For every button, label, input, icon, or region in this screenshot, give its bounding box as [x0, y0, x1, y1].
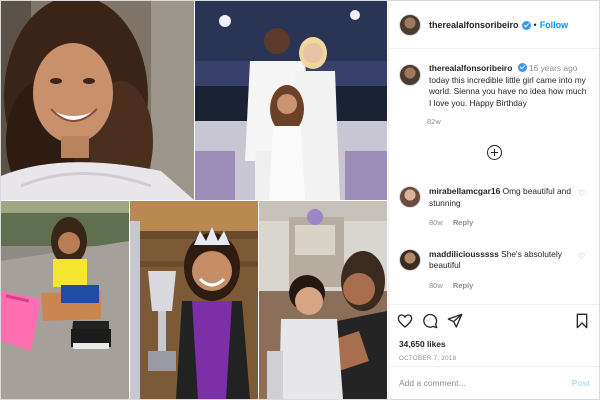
- commenter-avatar[interactable]: [399, 248, 421, 271]
- photo-girl-with-tiara-and-trophy: [130, 201, 258, 399]
- comment-age[interactable]: 80w: [429, 281, 443, 290]
- photo-girl-sitting-outdoors: [1, 201, 129, 399]
- comment-like-heart-icon[interactable]: ♡: [578, 252, 586, 261]
- post-header: therealalfonsoribeiro • Follow: [389, 1, 599, 49]
- verified-badge-icon: [517, 63, 527, 72]
- caption: therealalfonsoribeiro 16 years ago today…: [389, 50, 599, 109]
- comment-age[interactable]: 80w: [429, 218, 443, 227]
- post-comment-button[interactable]: Post: [572, 378, 590, 388]
- commenter-avatar[interactable]: [399, 186, 421, 208]
- photo-collage[interactable]: [1, 1, 387, 399]
- caption-time: 16 years ago: [528, 63, 578, 73]
- comment-text-block: maddiliciousssss She's absolutely beauti…: [429, 249, 589, 292]
- separator-dot: •: [533, 19, 537, 30]
- add-comment-bar: Post: [389, 366, 599, 399]
- action-icons: [389, 305, 599, 331]
- photo-family-at-event: [195, 1, 387, 200]
- verified-badge-icon: [521, 21, 531, 30]
- post-date: OCTOBER 7, 2018: [399, 355, 457, 362]
- header-username[interactable]: therealalfonsoribeiro: [429, 20, 519, 30]
- caption-text: today this incredible little girl came i…: [429, 74, 587, 108]
- comments-section[interactable]: therealalfonsoribeiro 16 years ago today…: [389, 50, 599, 304]
- comment-meta: 80w Reply: [429, 280, 589, 292]
- reply-button[interactable]: Reply: [453, 218, 473, 227]
- photo-woman-with-child: [259, 201, 387, 399]
- comment-username[interactable]: maddiliciousssss: [429, 249, 499, 259]
- comment-icon[interactable]: [422, 313, 438, 329]
- share-icon[interactable]: [447, 313, 463, 329]
- comment-input[interactable]: [399, 378, 572, 388]
- comment-meta: 80w Reply: [429, 217, 589, 229]
- post-sidebar: therealalfonsoribeiro • Follow therealal…: [388, 1, 599, 399]
- photo-portrait-smiling-girl: [1, 1, 194, 200]
- caption-avatar[interactable]: [399, 64, 421, 86]
- comment-item: maddiliciousssss She's absolutely beauti…: [389, 248, 599, 292]
- avatar[interactable]: [399, 13, 421, 36]
- caption-age[interactable]: 82w: [427, 117, 599, 126]
- likes-count[interactable]: 34,650 likes: [389, 331, 599, 349]
- comment-item: mirabellamcgar16 Omg beautiful and stunn…: [389, 186, 599, 229]
- action-bar: 34,650 likes OCTOBER 7, 2018: [389, 304, 599, 362]
- plus-circle-icon[interactable]: [487, 145, 502, 160]
- reply-button[interactable]: Reply: [453, 281, 473, 290]
- bookmark-icon[interactable]: [574, 313, 590, 329]
- caption-text-block: therealalfonsoribeiro 16 years ago today…: [429, 62, 589, 109]
- comment-text-block: mirabellamcgar16 Omg beautiful and stunn…: [429, 186, 589, 229]
- follow-button[interactable]: Follow: [540, 20, 569, 30]
- comment-username[interactable]: mirabellamcgar16: [429, 186, 500, 196]
- heart-icon[interactable]: [397, 313, 413, 329]
- instagram-post-window: therealalfonsoribeiro • Follow therealal…: [0, 0, 600, 400]
- comment-like-heart-icon[interactable]: ♡: [578, 190, 586, 198]
- caption-username[interactable]: therealalfonsoribeiro: [429, 63, 512, 73]
